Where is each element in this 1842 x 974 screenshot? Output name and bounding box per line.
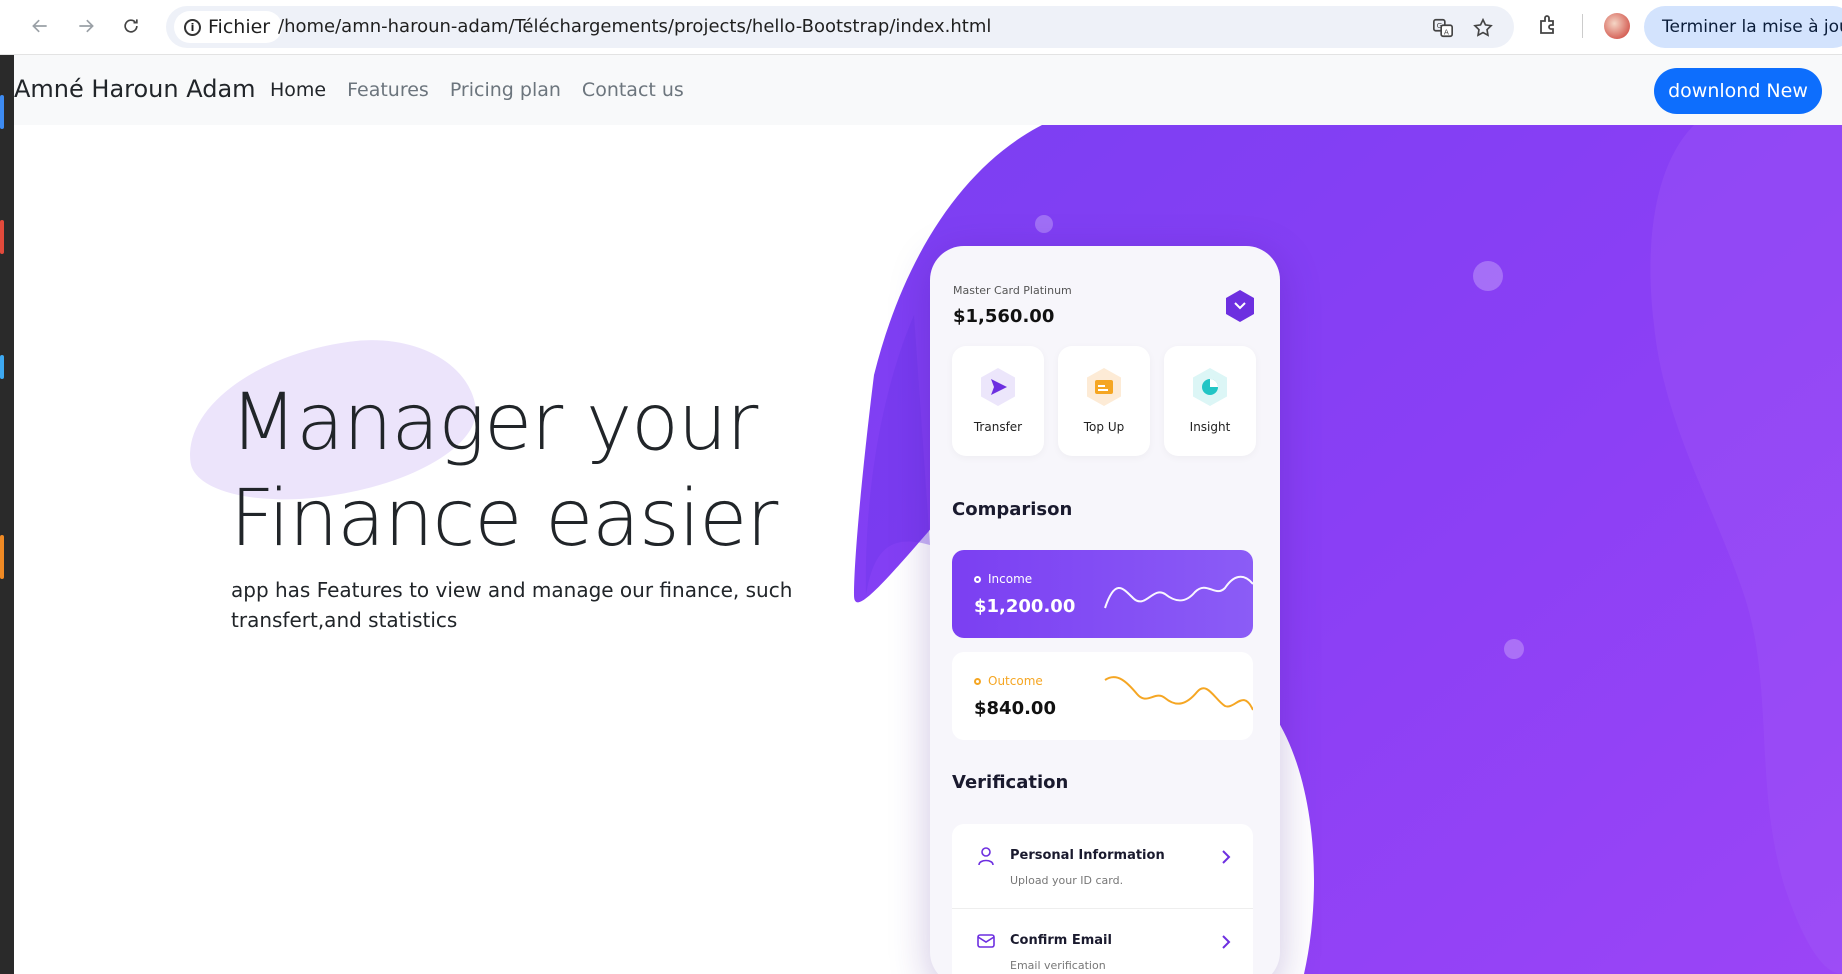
card-label: Master Card Platinum [953, 284, 1072, 297]
update-button[interactable]: Terminer la mise à jour [1644, 6, 1842, 48]
card-balance: $1,560.00 [953, 306, 1055, 327]
forward-button[interactable] [70, 10, 102, 42]
mail-icon [977, 934, 995, 948]
income-card[interactable]: Income $1,200.00 [952, 550, 1253, 638]
brand-name[interactable]: Amné Haroun Adam [14, 75, 256, 103]
verify-confirm-email[interactable]: Confirm Email Email verification [952, 909, 1253, 974]
phone-mockup: Master Card Platinum $1,560.00 Transfer [930, 246, 1280, 974]
outcome-card[interactable]: Outcome $840.00 [952, 652, 1253, 740]
toolbar-divider [1582, 14, 1583, 38]
verify-personal-title: Personal Information [1010, 848, 1165, 863]
comparison-title: Comparison [952, 499, 1073, 520]
svg-text:A: A [1444, 27, 1449, 36]
arrow-right-icon [79, 19, 94, 33]
dock-indicator [0, 355, 4, 379]
action-top-up[interactable]: Top Up [1058, 346, 1150, 456]
outcome-sparkline [1104, 676, 1253, 711]
income-label-text: Income [988, 572, 1033, 586]
outcome-label: Outcome [974, 674, 1043, 688]
os-dock-strip [0, 55, 14, 974]
site-chip-label: Fichier [208, 16, 271, 38]
verify-personal-subtitle: Upload your ID card. [1010, 874, 1124, 887]
verify-email-title: Confirm Email [1010, 933, 1112, 948]
verification-title: Verification [952, 772, 1069, 793]
nav-links: Home Features Pricing plan Contact us [270, 79, 684, 101]
quick-actions: Transfer Top Up Insight [952, 346, 1256, 456]
chevron-down-icon[interactable] [1222, 288, 1258, 324]
profile-avatar[interactable] [1604, 13, 1630, 39]
arrow-left-icon [32, 19, 47, 33]
verify-email-subtitle: Email verification [1010, 959, 1106, 972]
verification-list: Personal Information Upload your ID card… [952, 824, 1253, 974]
outcome-dot-icon [974, 677, 981, 685]
income-sparkline [1104, 575, 1253, 609]
action-insight-label: Insight [1189, 420, 1231, 434]
chevron-right-icon [1222, 850, 1231, 864]
reload-button[interactable] [115, 10, 147, 42]
hero-headline-line2: Finance easier [230, 474, 778, 564]
action-transfer-label: Transfer [973, 420, 1023, 434]
income-value: $1,200.00 [974, 596, 1076, 617]
hero-headline-line1: Manager your [230, 378, 758, 468]
action-transfer[interactable]: Transfer [952, 346, 1044, 456]
hero-subtitle: app has Features to view and manage our … [231, 578, 793, 632]
reload-icon [124, 19, 138, 33]
svg-text:G: G [1437, 21, 1443, 30]
update-label: Terminer la mise à jour [1662, 17, 1842, 37]
income-label: Income [974, 572, 1032, 586]
extensions-icon[interactable] [1536, 13, 1560, 37]
browser-toolbar: i Fichier /home/amn-haroun-adam/Téléchar… [0, 0, 1842, 55]
bookmark-star-icon[interactable] [1472, 17, 1494, 39]
nav-link-features[interactable]: Features [347, 79, 429, 101]
hero-headline: Manager your Finance easier [230, 375, 778, 567]
outcome-label-text: Outcome [988, 674, 1043, 688]
download-button[interactable]: downlond New [1654, 68, 1822, 114]
dock-indicator [0, 535, 4, 579]
translate-icon[interactable]: G A [1432, 17, 1454, 39]
info-icon: i [184, 18, 201, 36]
verify-personal-info[interactable]: Personal Information Upload your ID card… [952, 824, 1253, 909]
nav-link-pricing[interactable]: Pricing plan [450, 79, 561, 101]
address-bar[interactable]: i Fichier /home/amn-haroun-adam/Téléchar… [166, 6, 1514, 48]
card-icon [1087, 368, 1121, 406]
income-dot-icon [974, 575, 981, 583]
dock-indicator [0, 220, 4, 254]
outcome-value: $840.00 [974, 698, 1056, 719]
chevron-right-icon [1222, 935, 1231, 949]
user-icon [978, 847, 994, 866]
send-icon [981, 368, 1015, 406]
pie-chart-icon [1193, 368, 1227, 406]
site-info-chip[interactable]: i Fichier [174, 11, 283, 43]
action-insight[interactable]: Insight [1164, 346, 1256, 456]
url-text[interactable]: /home/amn-haroun-adam/Téléchargements/pr… [278, 16, 991, 37]
nav-link-contact[interactable]: Contact us [582, 79, 684, 101]
site-navbar: Amné Haroun Adam Home Features Pricing p… [14, 55, 1842, 125]
action-top-up-label: Top Up [1083, 420, 1125, 434]
web-page: Amné Haroun Adam Home Features Pricing p… [14, 55, 1842, 974]
dock-indicator [0, 95, 4, 129]
back-button[interactable] [24, 10, 56, 42]
nav-link-home[interactable]: Home [270, 79, 326, 101]
